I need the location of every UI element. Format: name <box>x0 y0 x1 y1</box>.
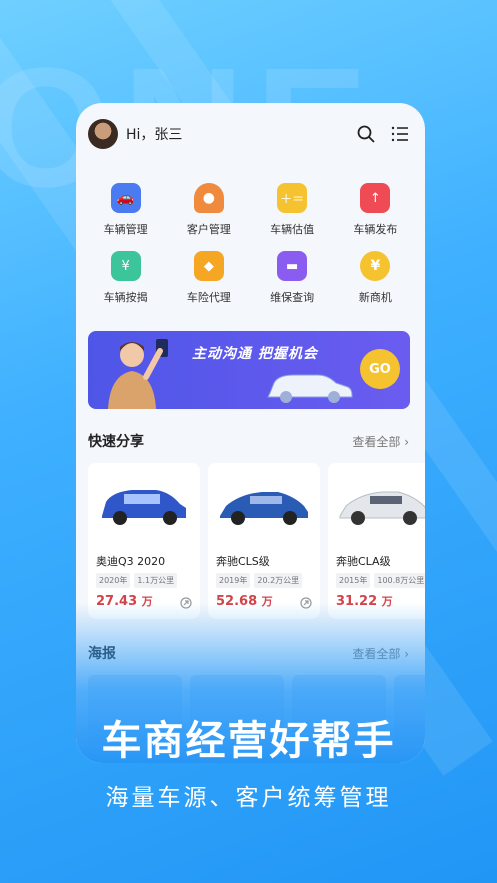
grid-label: 维保查询 <box>270 291 315 304</box>
grid-label: 车辆发布 <box>353 223 398 236</box>
grid-item-customer[interactable]: ● 客户管理 <box>167 183 250 237</box>
promo-headline: 车商经营好帮手 <box>101 718 396 764</box>
promo-banner[interactable]: 主动沟通 把握机会 GO <box>88 331 410 409</box>
menu-list-icon[interactable] <box>391 126 409 142</box>
top-bar: Hi，张三 <box>88 119 409 149</box>
car-name: 奔驰CLA级 <box>336 555 391 568</box>
quick-share-cards: 奥迪Q3 2020 2020年 1.1万公里 27.43 万 奔驰CLS级 201… <box>88 463 425 619</box>
car-price: 52.68 万 <box>216 593 273 609</box>
share-icon[interactable] <box>180 597 192 609</box>
car-name: 奥迪Q3 2020 <box>96 555 166 568</box>
car-photo <box>208 463 320 543</box>
poster-title: 海报 <box>88 646 116 662</box>
car-publish-icon: ↑ <box>360 183 391 213</box>
mileage-tag: 100.8万公里 <box>374 573 425 588</box>
price-value: 52.68 <box>216 594 258 609</box>
price-value: 27.43 <box>96 594 138 609</box>
poster-more-link[interactable]: 查看全部 › <box>352 645 409 662</box>
more-label: 查看全部 <box>352 434 401 449</box>
chevron-right-icon: › <box>404 646 409 661</box>
mileage-tag: 20.2万公里 <box>254 573 303 588</box>
toolbox-icon: ▬ <box>277 251 308 281</box>
price-unit: 万 <box>141 595 153 608</box>
avatar[interactable] <box>88 119 118 149</box>
car-price: 27.43 万 <box>96 593 153 609</box>
banner-text: 主动沟通 把握机会 <box>192 346 318 362</box>
car-manage-icon: 🚗 <box>110 183 141 213</box>
car-illustration <box>267 374 353 403</box>
poster-header: 海报 查看全部 › <box>88 643 409 663</box>
grid-label: 车辆管理 <box>103 223 148 236</box>
grid-item-car-manage[interactable]: 🚗 车辆管理 <box>84 183 167 237</box>
function-grid: 🚗 车辆管理 ● 客户管理 ＋＝ 车辆估值 ↑ 车辆发布 ¥ 车辆按揭 ◆ 车险… <box>84 183 417 305</box>
quick-share-more-link[interactable]: 查看全部 › <box>352 433 409 450</box>
quick-share-title: 快速分享 <box>88 434 144 450</box>
yen-coin-icon: ¥ <box>360 251 391 281</box>
phone-screen: Hi，张三 🚗 车辆管理 ● 客户管理 ＋＝ 车辆估值 ↑ 车辆发布 ¥ 车辆按… <box>76 103 425 763</box>
grid-label: 客户管理 <box>186 223 231 236</box>
mileage-tag: 1.1万公里 <box>134 573 178 588</box>
grid-item-insurance[interactable]: ◆ 车险代理 <box>167 251 250 305</box>
grid-label: 新商机 <box>358 291 392 304</box>
year-tag: 2019年 <box>216 573 251 588</box>
car-photo <box>88 463 200 543</box>
person-illustration <box>108 339 168 409</box>
promo-subline: 海量车源、客户统筹管理 <box>105 785 392 811</box>
calculator-icon: ＋＝ <box>277 183 308 213</box>
car-card[interactable]: 奔驰CLA级 2015年 100.8万公里 31.22 万 <box>328 463 425 619</box>
car-photo <box>328 463 425 543</box>
price-unit: 万 <box>381 595 393 608</box>
share-icon[interactable] <box>300 597 312 609</box>
insurance-icon: ◆ <box>193 251 224 281</box>
grid-label: 车辆估值 <box>270 223 315 236</box>
price-value: 31.22 <box>336 594 378 609</box>
quick-share-header: 快速分享 查看全部 › <box>88 431 409 451</box>
car-price: 31.22 万 <box>336 593 393 609</box>
year-tag: 2015年 <box>336 573 371 588</box>
grid-label: 车辆按揭 <box>103 291 148 304</box>
chevron-right-icon: › <box>404 434 409 449</box>
price-unit: 万 <box>261 595 273 608</box>
greeting: Hi，张三 <box>126 127 183 143</box>
grid-label: 车险代理 <box>186 291 231 304</box>
customer-icon: ● <box>193 183 224 213</box>
car-name: 奔驰CLS级 <box>216 555 270 568</box>
car-mortgage-icon: ¥ <box>110 251 141 281</box>
car-card[interactable]: 奔驰CLS级 2019年 20.2万公里 52.68 万 <box>208 463 320 619</box>
grid-item-publish[interactable]: ↑ 车辆发布 <box>334 183 417 237</box>
year-tag: 2020年 <box>96 573 131 588</box>
grid-item-valuation[interactable]: ＋＝ 车辆估值 <box>251 183 334 237</box>
more-label: 查看全部 <box>352 646 401 661</box>
grid-item-mortgage[interactable]: ¥ 车辆按揭 <box>84 251 167 305</box>
search-icon[interactable] <box>357 125 375 143</box>
grid-item-opportunity[interactable]: ¥ 新商机 <box>334 251 417 305</box>
car-card[interactable]: 奥迪Q3 2020 2020年 1.1万公里 27.43 万 <box>88 463 200 619</box>
grid-item-maintenance[interactable]: ▬ 维保查询 <box>251 251 334 305</box>
go-button[interactable]: GO <box>360 349 400 389</box>
